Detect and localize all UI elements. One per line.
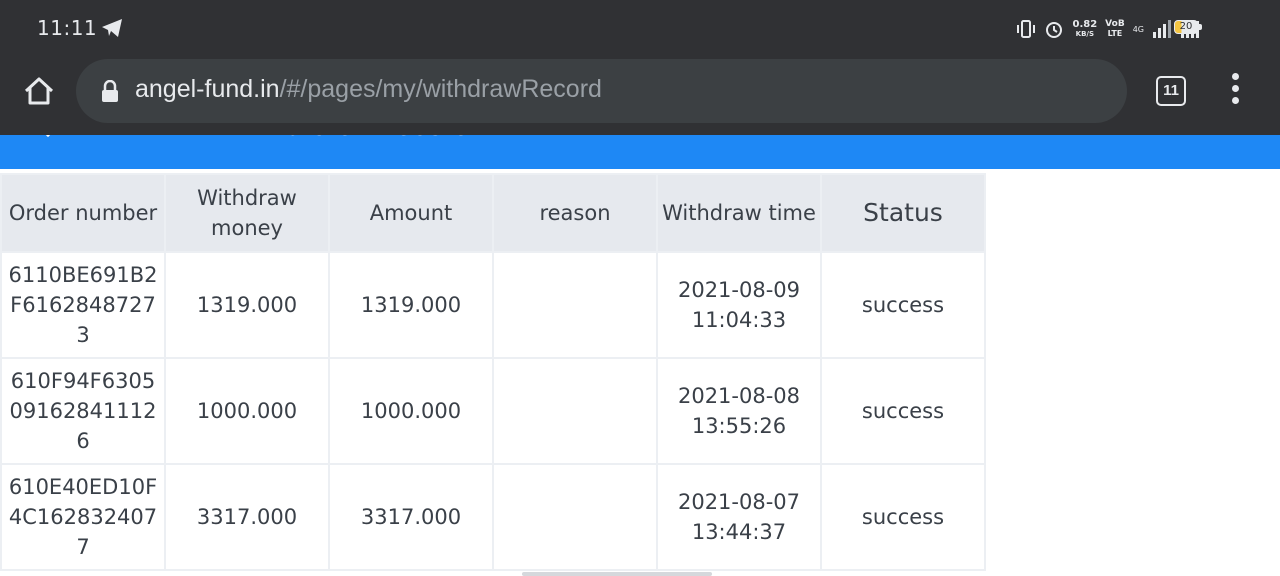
amount-cell: 1319.000 <box>328 251 494 359</box>
vibrate-icon <box>1017 20 1036 38</box>
withdraw-time-cell: 2021-08-09 11:04:33 <box>656 251 822 359</box>
withdraw-money-cell: 3317.000 <box>164 463 330 571</box>
header-reason: reason <box>492 173 658 253</box>
withdraw-money-cell: 1319.000 <box>164 251 330 359</box>
battery-icon: 20 <box>1174 20 1198 34</box>
page-title: Withdraw record <box>252 135 470 143</box>
home-icon[interactable] <box>22 74 56 108</box>
scroll-indicator[interactable] <box>522 572 712 576</box>
volte-badge: VoB LTE <box>1105 19 1125 39</box>
reason-cell <box>492 251 658 359</box>
net-speed-value: 0.82 <box>1072 19 1098 30</box>
header-amount: Amount <box>328 173 494 253</box>
volte-top: VoB <box>1105 19 1125 29</box>
status-bar: 11:11 0.82 KB/S VoB LTE 4G 20 <box>0 0 1280 57</box>
battery-level: 20 <box>1179 21 1193 32</box>
alarm-icon <box>1046 22 1063 38</box>
status-icons: 0.82 KB/S VoB LTE 4G <box>1016 16 1200 42</box>
amount-cell: 3317.000 <box>328 463 494 571</box>
withdraw-date: 2021-08-08 <box>677 384 801 408</box>
reason-cell <box>492 357 658 465</box>
order-number-cell: 610E40ED10F4C1628324077 <box>0 463 166 571</box>
withdraw-record-table: Order number Withdraw money Amount reaso… <box>0 173 986 571</box>
table-row: 610F94F630509162841112 6 1000.000 1000.0… <box>0 357 986 465</box>
volte-bottom: LTE <box>1107 29 1123 38</box>
withdraw-time-cell: 2021-08-08 13:55:26 <box>656 357 822 465</box>
reason-cell <box>492 463 658 571</box>
more-menu-icon[interactable] <box>1222 73 1248 107</box>
tab-switcher-button[interactable]: 11 <box>1156 76 1186 106</box>
page-header: Withdraw record <box>0 135 1280 169</box>
network-type: 4G <box>1132 24 1144 34</box>
amount-cell: 1000.000 <box>328 357 494 465</box>
header-withdraw-time: Withdraw time <box>656 173 822 253</box>
url-domain: angel-fund.in <box>135 75 280 103</box>
signal-icon <box>1153 20 1171 38</box>
header-order-number: Order number <box>0 173 166 253</box>
telegram-icon <box>102 19 122 37</box>
address-bar[interactable]: angel-fund.in/#/pages/my/withdrawRecord <box>76 59 1127 123</box>
back-icon[interactable] <box>33 135 63 138</box>
table-header-row: Order number Withdraw money Amount reaso… <box>0 173 986 253</box>
url-text[interactable]: angel-fund.in/#/pages/my/withdrawRecord <box>135 75 602 104</box>
lock-icon[interactable] <box>101 80 119 102</box>
header-status: Status <box>820 173 986 253</box>
browser-toolbar: angel-fund.in/#/pages/my/withdrawRecord … <box>0 57 1280 135</box>
status-time: 11:11 <box>37 16 98 40</box>
table-row: 610E40ED10F4C1628324077 3317.000 3317.00… <box>0 463 986 571</box>
header-withdraw-money: Withdraw money <box>164 173 330 253</box>
withdraw-date: 2021-08-09 <box>677 278 801 302</box>
net-speed: 0.82 KB/S <box>1072 19 1098 39</box>
order-number-cell: 6110BE691B2F61628487273 <box>0 251 166 359</box>
withdraw-time-cell: 2021-08-07 13:44:37 <box>656 463 822 571</box>
withdraw-clock: 13:55:26 <box>691 414 787 438</box>
url-path: /#/pages/my/withdrawRecord <box>279 75 602 103</box>
order-number-cell: 610F94F630509162841112 6 <box>0 357 166 465</box>
status-cell: success <box>820 251 986 359</box>
net-speed-unit: KB/S <box>1075 30 1094 38</box>
withdraw-clock: 13:44:37 <box>691 520 787 544</box>
status-cell: success <box>820 357 986 465</box>
table-row: 6110BE691B2F61628487273 1319.000 1319.00… <box>0 251 986 359</box>
withdraw-money-cell: 1000.000 <box>164 357 330 465</box>
status-cell: success <box>820 463 986 571</box>
withdraw-clock: 11:04:33 <box>691 308 787 332</box>
battery-tip <box>1199 24 1202 30</box>
withdraw-date: 2021-08-07 <box>677 490 801 514</box>
